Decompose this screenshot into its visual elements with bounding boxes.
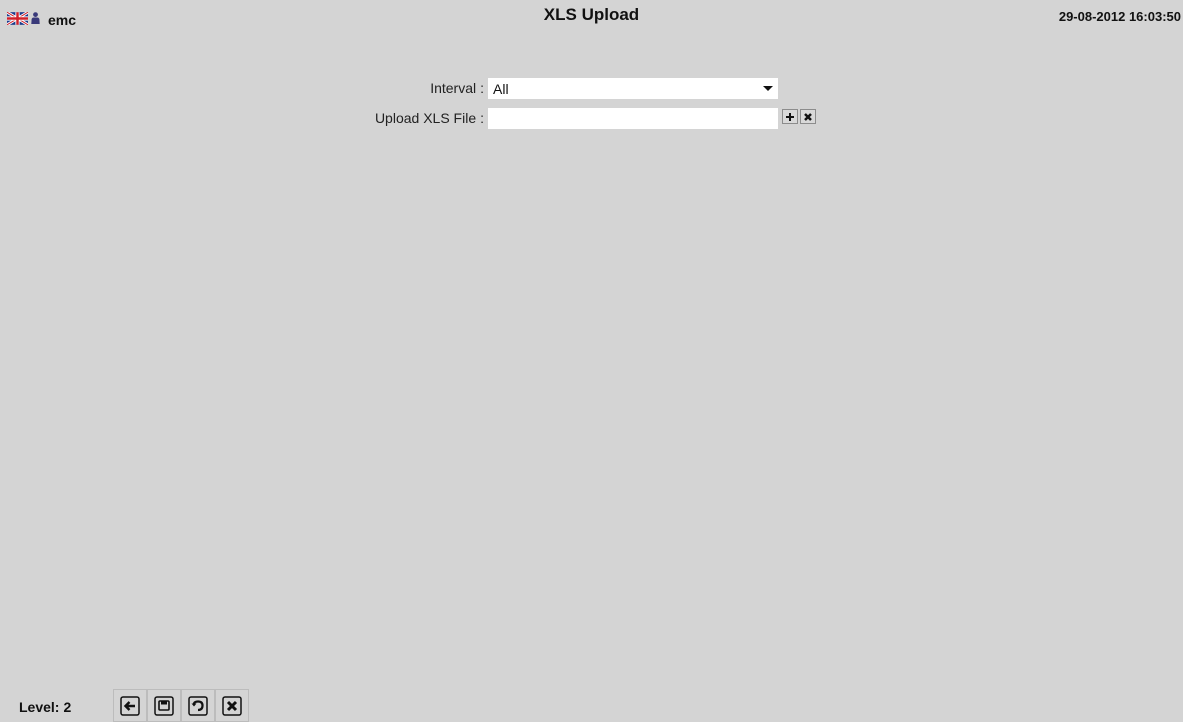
cancel-button[interactable] (215, 689, 249, 722)
plus-icon (786, 112, 794, 121)
interval-selected-value: All (493, 80, 509, 97)
interval-label: Interval: (430, 80, 484, 96)
add-file-button[interactable] (782, 109, 798, 124)
back-arrow-icon (120, 695, 140, 716)
save-icon (154, 695, 174, 716)
page-title: XLS Upload (543, 5, 640, 24)
back-button[interactable] (113, 689, 147, 722)
caret-down-icon (763, 86, 773, 91)
upload-xls-label: Upload XLS File: (374, 110, 484, 126)
interval-select[interactable]: All (488, 78, 778, 99)
save-button[interactable] (147, 689, 181, 722)
undo-icon (188, 695, 208, 716)
current-datetime: 29-08-2012 16:03:50 (1058, 9, 1181, 24)
app-panel: emc XLS Upload 29-08-2012 16:03:50 Inter… (0, 0, 1183, 722)
undo-button[interactable] (181, 689, 215, 722)
x-icon (222, 695, 242, 716)
x-icon (804, 112, 812, 121)
user-level: Level: 2 (19, 699, 72, 715)
clear-file-button[interactable] (800, 109, 816, 124)
upload-xls-file-input[interactable] (488, 108, 778, 129)
footer-toolbar: Level: 2 (0, 689, 1183, 722)
